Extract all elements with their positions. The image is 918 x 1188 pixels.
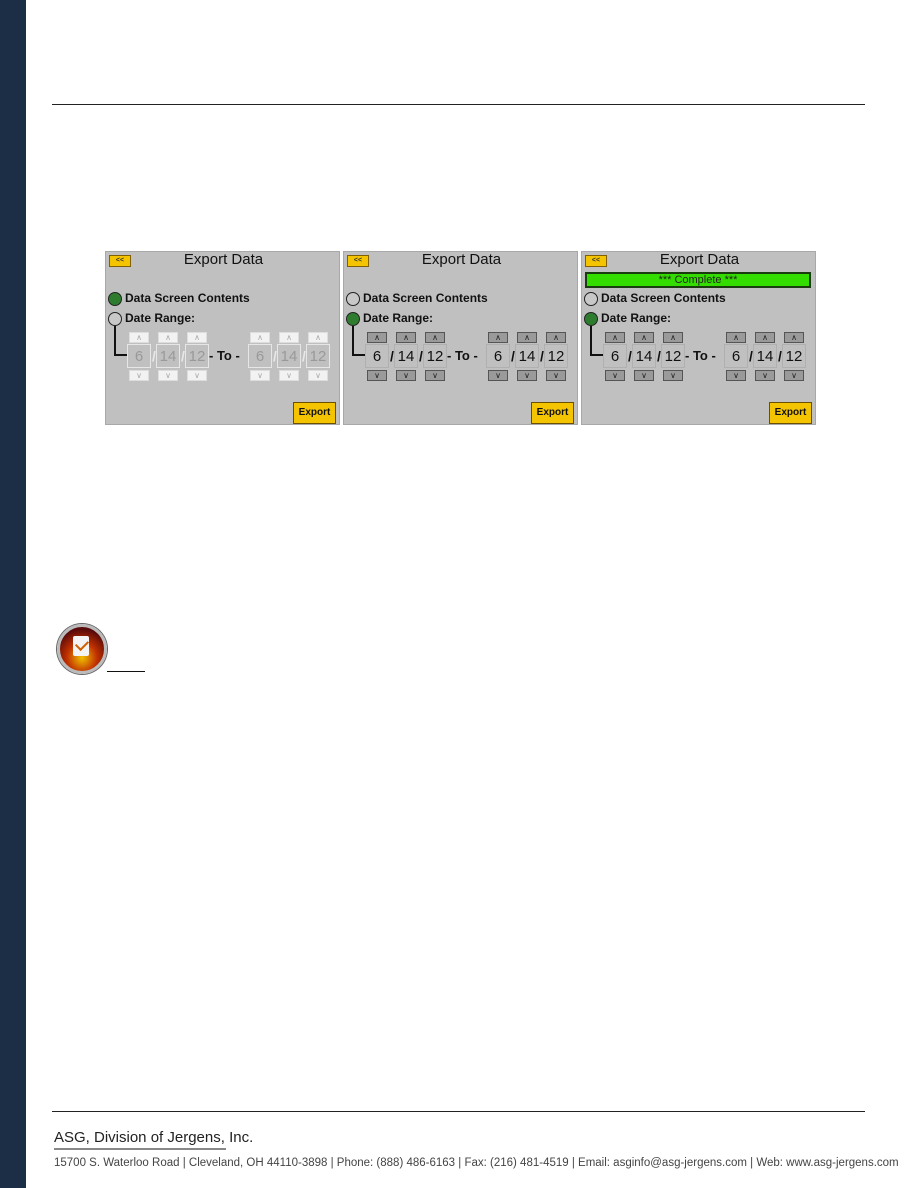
export-button[interactable]: Export [769, 402, 812, 424]
from-month-down-button[interactable]: ∨ [367, 370, 387, 381]
screen-title: Export Data [421, 251, 502, 268]
note-underline [107, 671, 145, 672]
company-name: ASG, Division of Jergens, Inc. [54, 1129, 254, 1146]
from-day-up-button[interactable]: ∧ [396, 332, 416, 343]
to-year-down-button[interactable]: ∨ [784, 370, 804, 381]
radio-data-screen-contents[interactable] [584, 292, 598, 306]
radio-label: Date Range: [363, 311, 434, 325]
export-button[interactable]: Export [531, 402, 574, 424]
from-day-field[interactable]: 14 [632, 344, 656, 368]
connector-line [352, 354, 366, 356]
to-month-down-button[interactable]: ∨ [250, 370, 270, 381]
from-day-up-button[interactable]: ∧ [634, 332, 654, 343]
from-year-up-button[interactable]: ∧ [187, 332, 207, 343]
from-month-up-button[interactable]: ∧ [605, 332, 625, 343]
radio-data-screen-contents[interactable] [346, 292, 360, 306]
to-year-up-button[interactable]: ∧ [784, 332, 804, 343]
radio-label: Date Range: [601, 311, 672, 325]
from-year-down-button[interactable]: ∨ [425, 370, 445, 381]
from-year-up-button[interactable]: ∧ [663, 332, 683, 343]
connector-line [352, 326, 354, 356]
to-month-up-button[interactable]: ∧ [488, 332, 508, 343]
clipboard-check-icon [57, 624, 107, 674]
radio-date-range[interactable] [108, 312, 122, 326]
from-year-field[interactable]: 12 [185, 344, 209, 368]
to-day-down-button[interactable]: ∨ [279, 370, 299, 381]
to-label: - To - [447, 348, 478, 363]
from-year-down-button[interactable]: ∨ [187, 370, 207, 381]
radio-data-screen-contents[interactable] [108, 292, 122, 306]
footer-rule [52, 1111, 865, 1112]
to-month-field[interactable]: 6 [724, 344, 748, 368]
from-day-field[interactable]: 14 [156, 344, 180, 368]
to-year-field[interactable]: 12 [544, 344, 568, 368]
export-data-screen: << Export Data Data Screen Contents Date Ra… [105, 251, 340, 425]
to-month-up-button[interactable]: ∧ [726, 332, 746, 343]
from-year-field[interactable]: 12 [661, 344, 685, 368]
from-year-down-button[interactable]: ∨ [663, 370, 683, 381]
document-page: ASG, Division of Jergens, Inc. 15700 S. … [0, 0, 918, 1188]
from-day-down-button[interactable]: ∨ [396, 370, 416, 381]
connector-line [590, 326, 592, 356]
export-data-screen: << Export Data Data Screen Contents Date Ra… [343, 251, 578, 425]
radio-date-range[interactable] [584, 312, 598, 326]
to-day-up-button[interactable]: ∧ [279, 332, 299, 343]
to-day-field[interactable]: 14 [277, 344, 301, 368]
to-month-field[interactable]: 6 [248, 344, 272, 368]
from-year-up-button[interactable]: ∧ [425, 332, 445, 343]
from-month-field[interactable]: 6 [603, 344, 627, 368]
from-day-down-button[interactable]: ∨ [634, 370, 654, 381]
from-month-field[interactable]: 6 [127, 344, 151, 368]
to-year-field[interactable]: 12 [306, 344, 330, 368]
to-month-up-button[interactable]: ∧ [250, 332, 270, 343]
to-day-field[interactable]: 14 [753, 344, 777, 368]
radio-label: Data Screen Contents [125, 291, 250, 305]
to-month-field[interactable]: 6 [486, 344, 510, 368]
radio-date-range[interactable] [346, 312, 360, 326]
screen-title: Export Data [659, 251, 740, 268]
from-month-down-button[interactable]: ∨ [129, 370, 149, 381]
from-day-field[interactable]: 14 [394, 344, 418, 368]
company-address: 15700 S. Waterloo Road | Cleveland, OH 4… [54, 1157, 899, 1169]
to-day-field[interactable]: 14 [515, 344, 539, 368]
to-year-up-button[interactable]: ∧ [546, 332, 566, 343]
connector-line [114, 354, 128, 356]
to-year-field[interactable]: 12 [782, 344, 806, 368]
complete-status-bar: *** Complete *** [585, 272, 811, 288]
screen-title: Export Data [183, 251, 264, 268]
connector-line [114, 326, 116, 356]
to-day-up-button[interactable]: ∧ [755, 332, 775, 343]
connector-line [590, 354, 604, 356]
from-month-up-button[interactable]: ∧ [129, 332, 149, 343]
from-month-up-button[interactable]: ∧ [367, 332, 387, 343]
to-label: - To - [685, 348, 716, 363]
from-day-up-button[interactable]: ∧ [158, 332, 178, 343]
to-year-up-button[interactable]: ∧ [308, 332, 328, 343]
header-rule [52, 104, 865, 105]
export-data-screen: << Export Data *** Complete *** Data Screen… [581, 251, 816, 425]
to-month-down-button[interactable]: ∨ [488, 370, 508, 381]
to-year-down-button[interactable]: ∨ [308, 370, 328, 381]
to-day-down-button[interactable]: ∨ [517, 370, 537, 381]
from-month-field[interactable]: 6 [365, 344, 389, 368]
page-sidebar-band [0, 0, 26, 1188]
from-month-down-button[interactable]: ∨ [605, 370, 625, 381]
to-day-down-button[interactable]: ∨ [755, 370, 775, 381]
to-month-down-button[interactable]: ∨ [726, 370, 746, 381]
company-underline [54, 1148, 226, 1150]
to-label: - To - [209, 348, 240, 363]
radio-label: Data Screen Contents [363, 291, 488, 305]
from-day-down-button[interactable]: ∨ [158, 370, 178, 381]
radio-label: Date Range: [125, 311, 196, 325]
to-year-down-button[interactable]: ∨ [546, 370, 566, 381]
from-year-field[interactable]: 12 [423, 344, 447, 368]
export-button[interactable]: Export [293, 402, 336, 424]
to-day-up-button[interactable]: ∧ [517, 332, 537, 343]
radio-label: Data Screen Contents [601, 291, 726, 305]
